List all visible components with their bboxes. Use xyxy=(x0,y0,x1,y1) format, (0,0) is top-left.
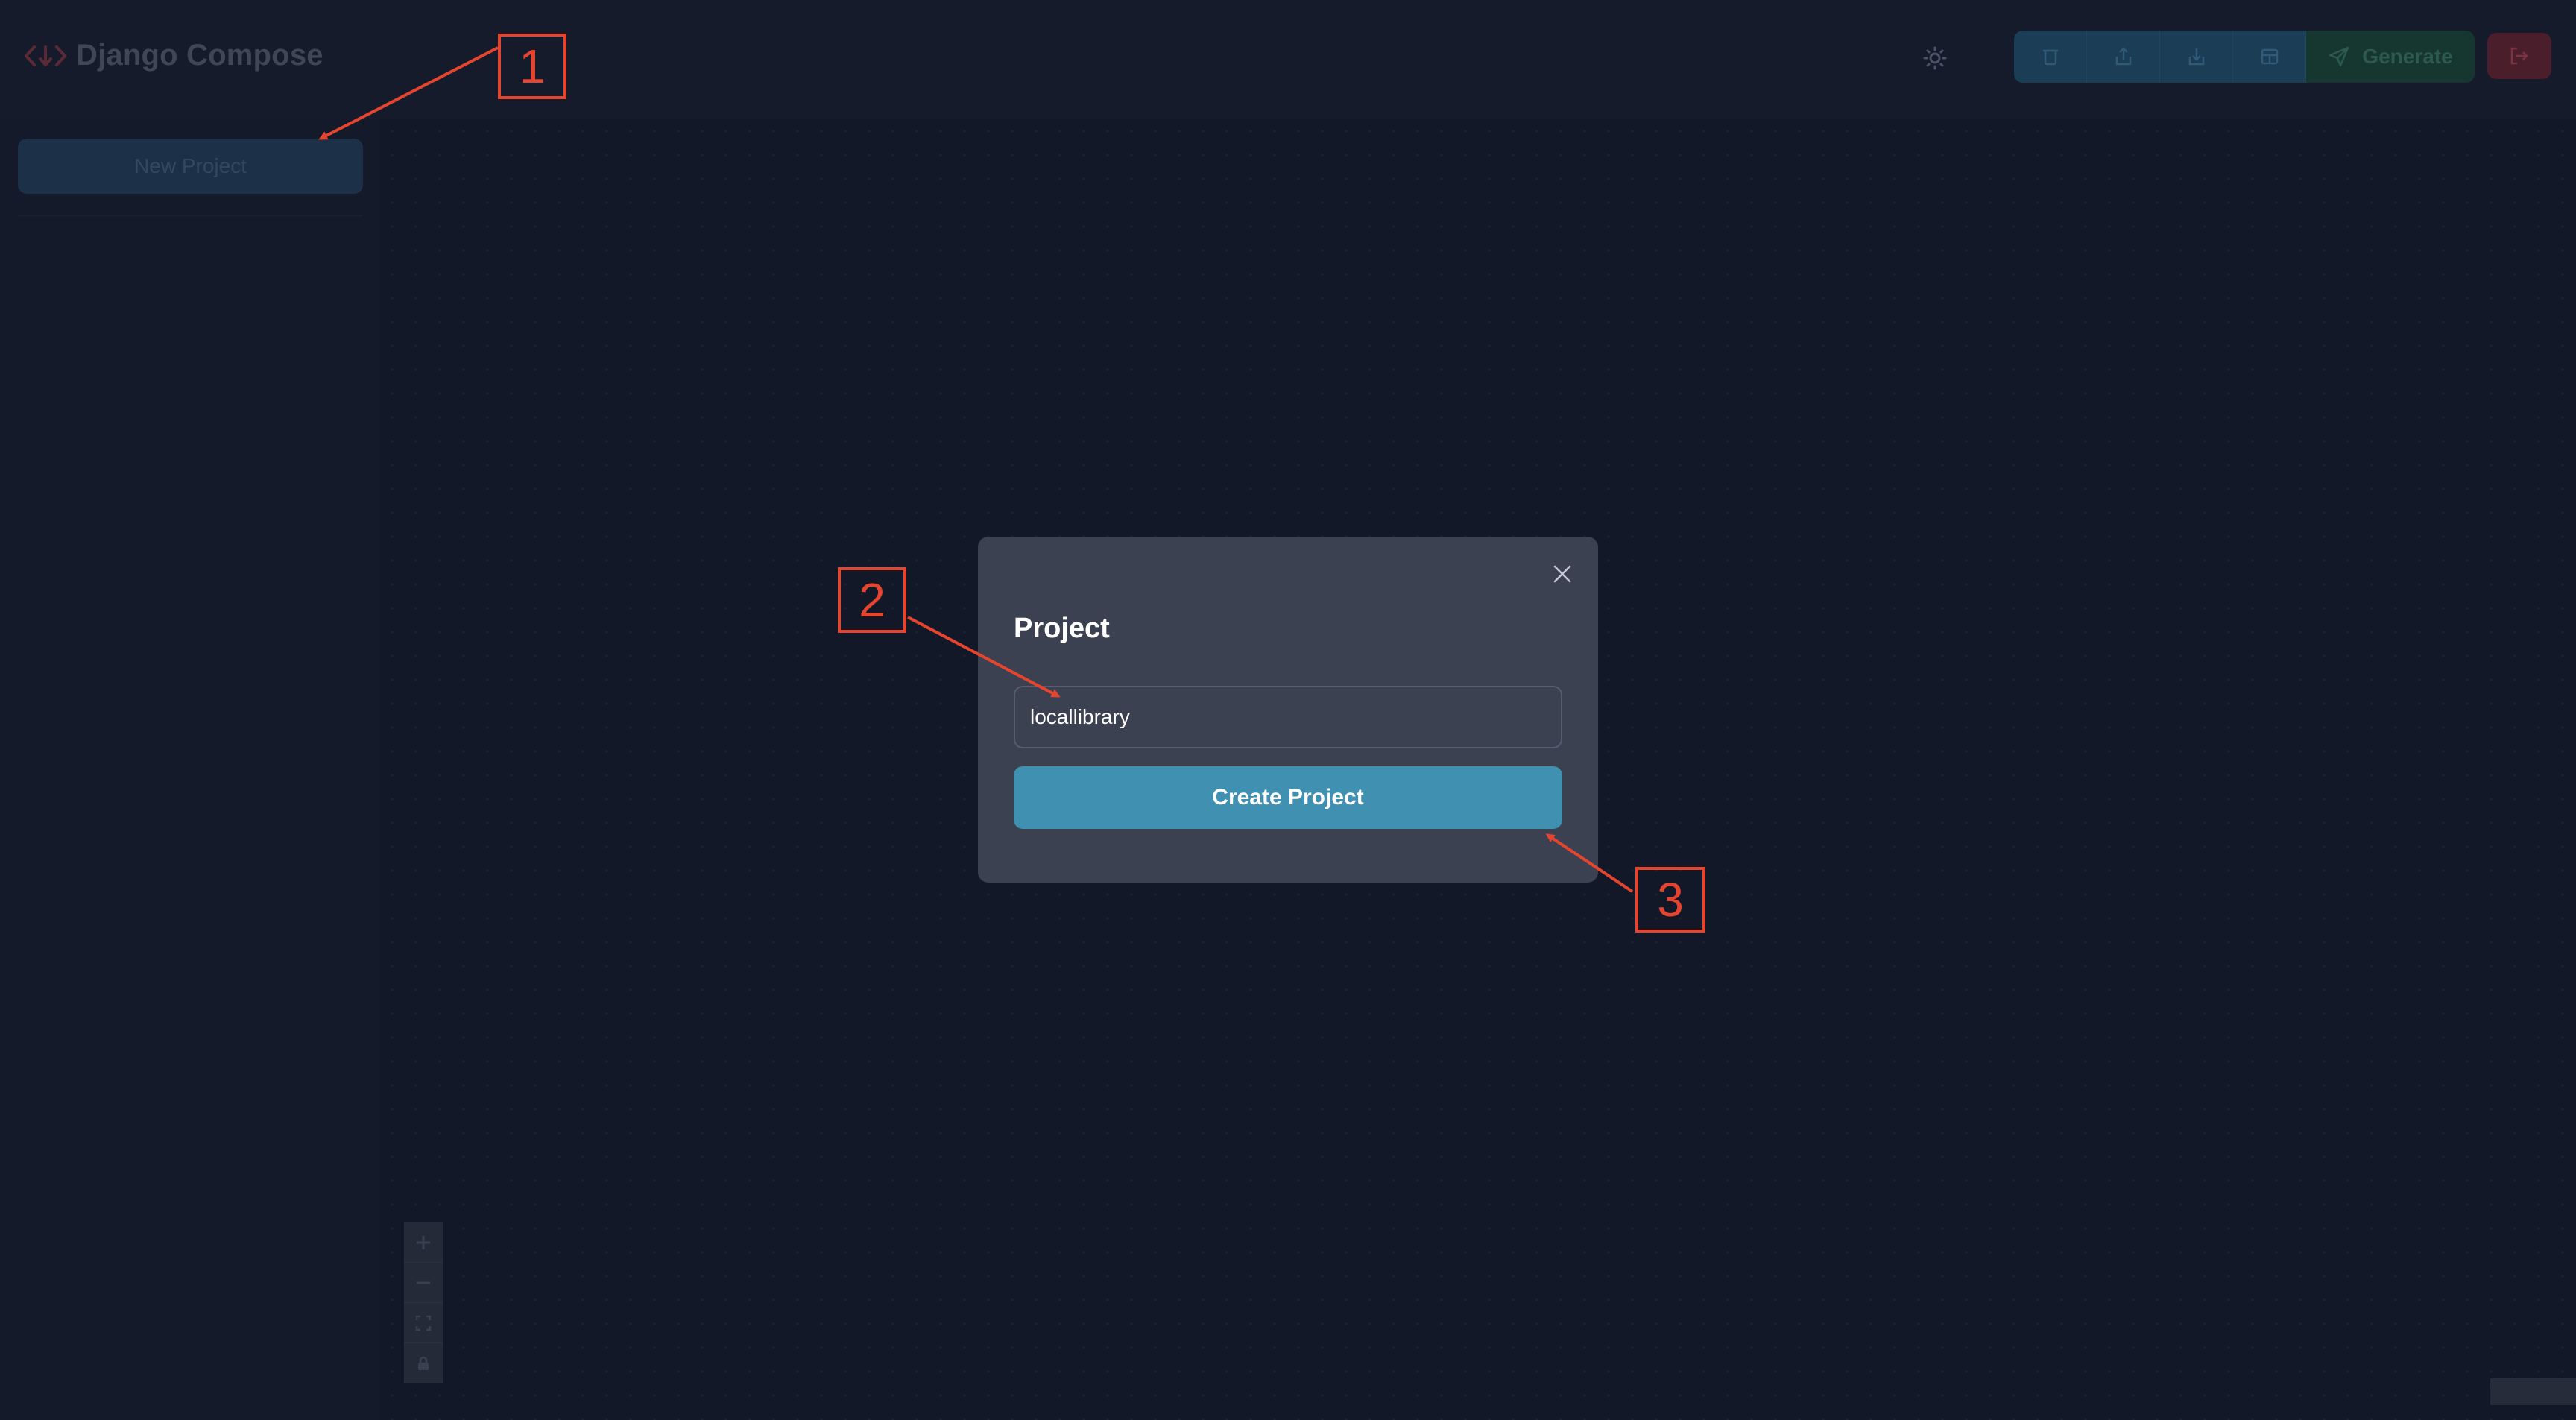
annotation-arrow-3 xyxy=(1545,833,1634,893)
annotation-callout-2: 2 xyxy=(838,567,906,633)
annotation-callout-1: 1 xyxy=(498,34,566,99)
annotation-arrow-1 xyxy=(318,46,499,140)
annotation-arrow-2 xyxy=(907,616,1061,698)
annotation-arrows xyxy=(318,46,1634,893)
annotation-callout-3: 3 xyxy=(1635,867,1705,933)
